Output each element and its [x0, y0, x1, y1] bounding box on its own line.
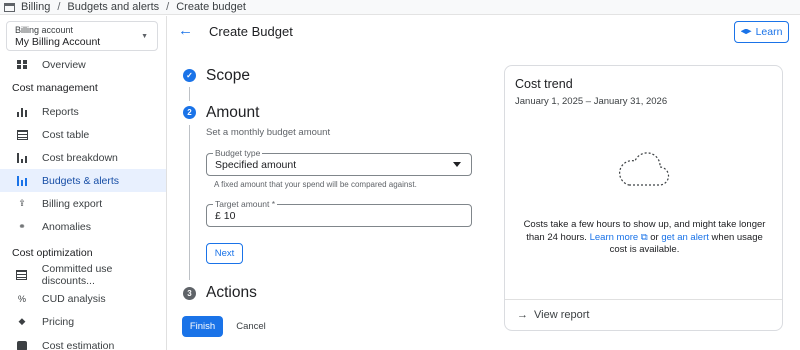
- get-alert-link[interactable]: get an alert: [661, 232, 709, 243]
- waterfall-chart-icon: [16, 152, 28, 164]
- step-title-amount: Amount: [206, 104, 260, 121]
- page-title: Create Budget: [209, 24, 293, 39]
- sidebar-item-label: Cost breakdown: [42, 151, 118, 164]
- calculator-icon: [16, 340, 28, 350]
- cost-trend-message: Costs take a few hours to show up, and m…: [521, 219, 768, 257]
- step-connector: [189, 87, 190, 101]
- breadcrumb: Billing / Budgets and alerts / Create bu…: [0, 0, 800, 15]
- step-connector: [189, 125, 190, 280]
- cost-trend-card: Cost trend January 1, 2025 – January 31,…: [504, 65, 783, 331]
- budget-type-hint: A fixed amount that your spend will be c…: [214, 180, 417, 189]
- cancel-button[interactable]: Cancel: [233, 316, 269, 337]
- dashboard-icon: [16, 59, 28, 71]
- step-title-scope[interactable]: Scope: [206, 67, 250, 85]
- breadcrumb-create-budget: Create budget: [176, 1, 246, 13]
- sidebar-item-label: Overview: [42, 58, 86, 71]
- sidebar-item-reports[interactable]: Reports: [0, 100, 166, 123]
- step-subtitle: Set a monthly budget amount: [206, 127, 331, 138]
- step-number-amount: 2: [183, 106, 196, 119]
- sidebar-item-budgets-alerts[interactable]: Budgets & alerts: [0, 169, 166, 192]
- step-number-actions: 3: [183, 287, 196, 300]
- sidebar-item-committed-use-discounts[interactable]: Committed use discounts...: [0, 262, 166, 287]
- budget-type-value: Specified amount: [215, 159, 297, 171]
- sidebar-item-label: Cost table: [42, 128, 90, 141]
- currency-symbol: £: [215, 210, 221, 222]
- sidebar-item-label: Budgets & alerts: [42, 174, 120, 187]
- billing-account-label: Billing account: [15, 25, 74, 35]
- section-heading-cost-optimization: Cost optimization: [12, 247, 93, 259]
- target-amount-label: Target amount *: [213, 199, 278, 209]
- school-icon: [740, 28, 752, 35]
- divider: [505, 299, 782, 300]
- sidebar: Billing account My Billing Account ▼ Ove…: [0, 16, 167, 350]
- chevron-down-icon: ▼: [141, 33, 148, 40]
- sidebar-item-label: Anomalies: [42, 220, 92, 233]
- tag-icon: ◆: [18, 316, 26, 326]
- sidebar-item-cost-table[interactable]: Cost table: [0, 123, 166, 146]
- cost-trend-date-range: January 1, 2025 – January 31, 2026: [515, 96, 668, 107]
- learn-button[interactable]: Learn: [734, 21, 789, 43]
- table-icon: [16, 129, 28, 141]
- learn-button-label: Learn: [755, 26, 783, 38]
- view-report-link[interactable]: → View report: [517, 309, 589, 321]
- target-amount-input[interactable]: Target amount * £ 10: [206, 199, 472, 227]
- target-amount-value: £ 10: [215, 210, 235, 222]
- step-complete-check-icon: ✓: [183, 69, 196, 82]
- dropdown-arrow-icon: [453, 162, 461, 167]
- sidebar-item-label: Billing export: [42, 197, 103, 210]
- sidebar-item-label: CUD analysis: [42, 292, 106, 305]
- billing-icon: [4, 2, 15, 12]
- next-button[interactable]: Next: [206, 243, 243, 264]
- list-icon: [16, 269, 28, 281]
- breadcrumb-billing[interactable]: Billing: [21, 1, 50, 13]
- breadcrumb-separator: /: [166, 1, 170, 13]
- step-title-actions[interactable]: Actions: [206, 284, 257, 302]
- sidebar-item-billing-export[interactable]: ⇪ Billing export: [0, 192, 166, 215]
- back-arrow-icon[interactable]: ←: [178, 22, 193, 39]
- breadcrumb-budgets-alerts[interactable]: Budgets and alerts: [67, 1, 159, 13]
- sidebar-item-pricing[interactable]: ◆ Pricing: [0, 310, 166, 333]
- billing-account-value: My Billing Account: [15, 36, 101, 48]
- amount-value: 10: [223, 210, 236, 222]
- billing-account-selector[interactable]: Billing account My Billing Account ▼: [6, 21, 158, 51]
- cost-trend-title: Cost trend: [515, 77, 573, 91]
- sidebar-item-label: Cost estimation: [42, 339, 115, 350]
- sidebar-item-label: Pricing: [42, 315, 75, 328]
- finish-button[interactable]: Finish: [182, 316, 223, 337]
- upload-icon: ⇪: [18, 198, 26, 208]
- budget-type-select[interactable]: Budget type Specified amount: [206, 148, 472, 176]
- view-report-label: View report: [534, 309, 590, 321]
- sidebar-item-cud-analysis[interactable]: % CUD analysis: [0, 287, 166, 310]
- section-heading-cost-management: Cost management: [12, 82, 98, 94]
- learn-more-label: Learn more: [589, 231, 639, 243]
- anomaly-icon: ⚭: [18, 221, 26, 231]
- sidebar-item-anomalies[interactable]: ⚭ Anomalies: [0, 215, 166, 238]
- cloud-icon: [619, 152, 670, 186]
- arrow-right-icon: →: [517, 309, 528, 321]
- budget-chart-icon: [16, 175, 28, 187]
- sidebar-item-cost-estimation[interactable]: Cost estimation: [0, 334, 166, 350]
- bar-chart-icon: [16, 106, 28, 118]
- percent-icon: %: [17, 293, 26, 304]
- external-link-icon: ⧉: [640, 231, 648, 243]
- sidebar-item-label: Committed use discounts...: [41, 262, 113, 287]
- sidebar-item-label: Reports: [42, 105, 79, 118]
- breadcrumb-separator: /: [57, 1, 61, 13]
- or-text: or: [650, 231, 659, 243]
- learn-more-link[interactable]: Learn more ⧉: [590, 232, 648, 243]
- sidebar-item-overview[interactable]: Overview: [0, 53, 166, 76]
- sidebar-item-cost-breakdown[interactable]: Cost breakdown: [0, 146, 166, 169]
- budget-type-label: Budget type: [213, 148, 263, 158]
